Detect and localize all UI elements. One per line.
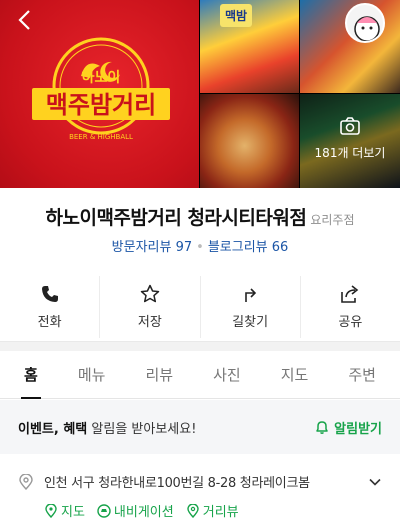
section-divider [0,341,400,351]
place-category: 요리주점 [310,213,355,227]
tab-photos[interactable]: 사진 [210,351,244,399]
address-links: 지도 내비게이션 거리뷰 [18,501,382,520]
photo-thumb-1[interactable]: 맥밤 [200,0,299,93]
more-photos-button[interactable]: 181개 더보기 [300,116,400,161]
street-view-icon [187,503,199,518]
main-photo[interactable]: BEER & HIGHBALL 하노이 맥주밤거리 [0,0,199,188]
camera-icon [340,117,360,135]
tab-menu[interactable]: 메뉴 [75,351,109,399]
sign-text: 맥밤 [220,4,253,27]
back-icon[interactable] [14,8,38,32]
car-icon [97,503,111,518]
tab-map[interactable]: 지도 [278,351,312,399]
action-bar: 전화 저장 길찾기 공유 [0,276,400,338]
notify-label: 알림받기 [334,421,382,437]
visitor-reviews-link[interactable]: 방문자리뷰 97 [112,240,192,255]
map-pin-icon [45,503,57,518]
photo-header: BEER & HIGHBALL 하노이 맥주밤거리 맥밤 181개 더보기 [0,0,400,188]
title-row: 하노이맥주밤거리 청라시티타워점 요리주점 [0,203,400,230]
event-message: 이벤트, 혜택 알림을 받아보세요! [18,418,314,437]
phone-icon [41,286,58,302]
blog-reviews-link[interactable]: 블로그리뷰 66 [208,240,288,255]
directions-label: 길찾기 [232,315,269,330]
chevron-down-icon[interactable] [368,475,382,489]
address-row[interactable]: 인천 서구 청라한내로100번길 8-28 청라레이크봄 [18,472,382,491]
restaurant-logo: BEER & HIGHBALL 하노이 맥주밤거리 [32,37,170,141]
address-section: 인천 서구 청라한내로100번길 8-28 청라레이크봄 지도 내비게이션 거리… [0,472,400,520]
save-label: 저장 [137,315,162,330]
event-bold-text: 이벤트, 혜택 [18,421,88,437]
logo-sub-text: BEER & HIGHBALL [69,133,133,141]
photo-thumb-3[interactable] [200,94,299,188]
directions-icon [245,288,257,302]
map-link[interactable]: 지도 [44,501,85,520]
separator-dot: • [196,240,204,255]
tab-nearby[interactable]: 주변 [345,351,379,399]
review-summary: 방문자리뷰 97 • 블로그리뷰 66 [0,236,400,255]
tab-reviews[interactable]: 리뷰 [142,351,176,399]
tab-home[interactable]: 홈 [21,351,41,399]
more-photos-label: 181개 더보기 [314,146,386,160]
logo-top-text: 하노이 [82,69,121,86]
map-link-label: 지도 [61,505,85,520]
place-name: 하노이맥주밤거리 청라시티타워점 [45,207,307,229]
tab-bar: 홈 메뉴 리뷰 사진 지도 주변 [0,351,400,399]
avatar[interactable] [345,3,385,43]
event-banner: 이벤트, 혜택 알림을 받아보세요! 알림받기 [0,400,400,454]
directions-button[interactable]: 길찾기 [201,276,301,338]
share-icon [341,285,359,303]
call-button[interactable]: 전화 [0,276,101,338]
save-button[interactable]: 저장 [100,276,201,338]
street-view-link-label: 거리뷰 [202,505,239,520]
share-button[interactable]: 공유 [301,276,400,338]
navigation-link[interactable]: 내비게이션 [97,501,174,520]
bell-icon [316,421,328,434]
call-label: 전화 [37,315,62,330]
location-pin-icon [19,473,33,490]
share-label: 공유 [338,315,363,330]
notify-button[interactable]: 알림받기 [314,418,382,437]
navigation-link-label: 내비게이션 [113,505,174,520]
street-view-link[interactable]: 거리뷰 [186,501,239,520]
logo-main-text: 맥주밤거리 [46,91,156,119]
event-rest-text: 알림을 받아보세요! [87,421,197,437]
star-icon [140,284,160,303]
address-text: 인천 서구 청라한내로100번길 8-28 청라레이크봄 [44,476,310,491]
